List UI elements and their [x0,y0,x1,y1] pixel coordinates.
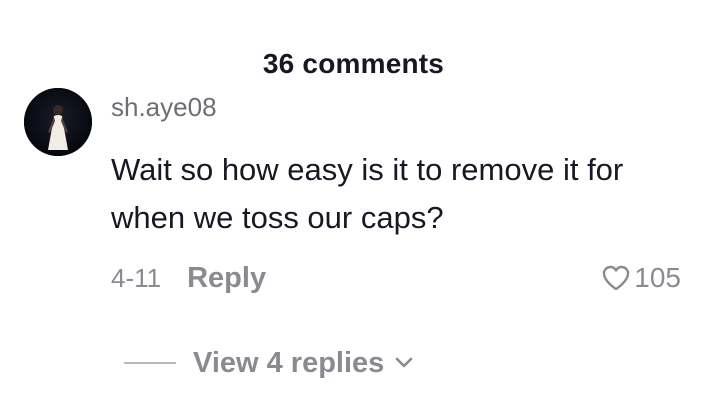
comment-meta: 4-11 Reply [111,258,266,298]
reply-button[interactable]: Reply [187,262,266,295]
avatar[interactable] [24,88,92,156]
view-replies-button[interactable]: View 4 replies [124,343,414,383]
chevron-down-icon [394,356,414,370]
like-count: 105 [634,262,681,293]
comment-username[interactable]: sh.aye08 [111,92,217,123]
comment-date: 4-11 [111,262,162,293]
like-button[interactable]: 105 [601,258,681,298]
user-avatar-photo [24,88,92,156]
comment-text: Wait so how easy is it to remove it for … [111,152,624,235]
comments-count-title: 36 comments [262,48,445,79]
replies-divider [124,362,176,364]
heart-outline-icon [601,264,631,292]
view-replies-label: View 4 replies [193,346,385,379]
